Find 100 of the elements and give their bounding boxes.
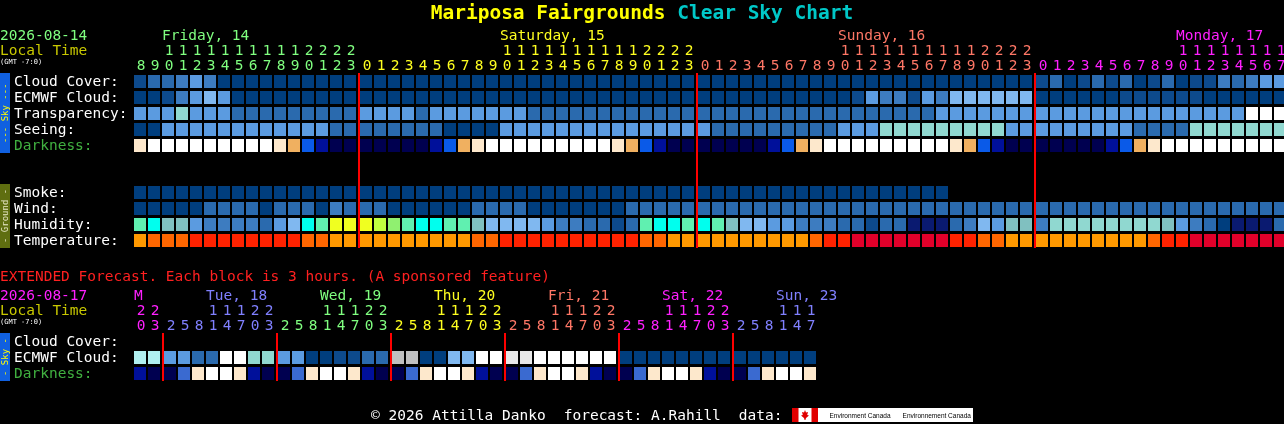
hour-label: 9 bbox=[150, 58, 160, 73]
hour-label: 3 bbox=[742, 58, 752, 73]
hour-label: 6 bbox=[784, 58, 794, 73]
hour-label: 12 bbox=[192, 43, 202, 73]
hour-label: 5 bbox=[432, 58, 442, 73]
hour-label: 19 bbox=[966, 43, 976, 73]
hour-label: 0 bbox=[700, 58, 710, 73]
hour-label: 8 bbox=[650, 318, 660, 333]
hour-label: 6 bbox=[1122, 58, 1132, 73]
location-title: Mariposa Fairgrounds bbox=[430, 0, 666, 24]
hour-label: 8 bbox=[422, 318, 432, 333]
hour-label: 10 bbox=[1178, 43, 1188, 73]
hour-label: 0 bbox=[362, 58, 372, 73]
hour-label: 18 bbox=[276, 43, 286, 73]
hour-label: 6 bbox=[446, 58, 456, 73]
hour-label: 11 bbox=[854, 43, 864, 73]
section-label: - Ground - bbox=[0, 184, 10, 248]
hour-label: 8 bbox=[136, 58, 146, 73]
hour-label: 19 bbox=[628, 43, 638, 73]
hour-label: 4 bbox=[756, 58, 766, 73]
hour-label: 15 bbox=[572, 43, 582, 73]
hour-label: 11 bbox=[208, 303, 218, 333]
extended-notice: EXTENDED Forecast. Each block is 3 hours. (A sponsored feature) bbox=[0, 268, 550, 284]
hour-label: 16 bbox=[924, 43, 934, 73]
hour-label: 10 bbox=[502, 43, 512, 73]
hour-label: 20 bbox=[364, 303, 374, 333]
hour-label: 5 bbox=[636, 318, 646, 333]
hour-label: 4 bbox=[1094, 58, 1104, 73]
data-label: data: bbox=[738, 407, 783, 423]
hour-label: 23 bbox=[1022, 43, 1032, 73]
hour-label: 14 bbox=[896, 43, 906, 73]
hour-label: 16 bbox=[248, 43, 258, 73]
hour-label: 8 bbox=[536, 318, 546, 333]
hour-label: 17 bbox=[578, 303, 588, 333]
row-label: Temperature: bbox=[14, 232, 119, 248]
hour-label: 8 bbox=[764, 318, 774, 333]
hour-label: 0 bbox=[1038, 58, 1048, 73]
hour-label: 17 bbox=[692, 303, 702, 333]
hour-label: 16 bbox=[1262, 43, 1272, 73]
hour-label: 22 bbox=[1008, 43, 1018, 73]
hour-label: 3 bbox=[404, 58, 414, 73]
hour-label: 14 bbox=[222, 303, 232, 333]
hour-label: 17 bbox=[1276, 43, 1284, 73]
hour-label: 12 bbox=[1206, 43, 1216, 73]
forecast-date: 2026-08-14 bbox=[0, 28, 88, 43]
day-label: Wed, 19 bbox=[320, 288, 382, 303]
hour-label: 7 bbox=[798, 58, 808, 73]
time-label: Local Time bbox=[0, 43, 88, 58]
hour-label: 20 bbox=[642, 43, 652, 73]
hour-label: 13 bbox=[206, 43, 216, 73]
hour-label: 11 bbox=[436, 303, 446, 333]
forecast-credit: forecast: A.Rahill bbox=[563, 407, 721, 423]
hour-label: 2 bbox=[736, 318, 746, 333]
hour-label: 5 bbox=[408, 318, 418, 333]
hour-label: 17 bbox=[350, 303, 360, 333]
hour-label: 10 bbox=[164, 43, 174, 73]
hour-label: 14 bbox=[678, 303, 688, 333]
hour-label: 12 bbox=[530, 43, 540, 73]
day-label: Fri, 21 bbox=[548, 288, 610, 303]
hour-label: 9 bbox=[488, 58, 498, 73]
hour-label: 21 bbox=[656, 43, 666, 73]
hour-label: 15 bbox=[910, 43, 920, 73]
hour-label: 20 bbox=[136, 303, 146, 333]
row-label: Darkness: bbox=[14, 137, 93, 153]
day-label: Tue, 18 bbox=[206, 288, 268, 303]
hour-label: 2 bbox=[622, 318, 632, 333]
hour-label: 20 bbox=[980, 43, 990, 73]
hour-label: 18 bbox=[952, 43, 962, 73]
row-label: ECMWF Cloud: bbox=[14, 349, 119, 365]
hour-label: 13 bbox=[1220, 43, 1230, 73]
hour-label: 11 bbox=[1192, 43, 1202, 73]
hour-label: 11 bbox=[178, 43, 188, 73]
hour-label: 9 bbox=[826, 58, 836, 73]
hour-label: 23 bbox=[492, 303, 502, 333]
hour-label: 11 bbox=[322, 303, 332, 333]
hour-label: 14 bbox=[220, 43, 230, 73]
row-label: Cloud Cover: bbox=[14, 333, 119, 349]
hour-label: 5 bbox=[1108, 58, 1118, 73]
hour-label: 22 bbox=[670, 43, 680, 73]
hour-label: 17 bbox=[600, 43, 610, 73]
hour-label: 10 bbox=[840, 43, 850, 73]
hour-label: 11 bbox=[550, 303, 560, 333]
hour-label: 20 bbox=[304, 43, 314, 73]
hour-label: 14 bbox=[450, 303, 460, 333]
hour-label: 5 bbox=[180, 318, 190, 333]
hour-label: 5 bbox=[770, 58, 780, 73]
hour-label: 17 bbox=[236, 303, 246, 333]
hour-label: 23 bbox=[720, 303, 730, 333]
hour-label: 15 bbox=[234, 43, 244, 73]
hour-label: 8 bbox=[308, 318, 318, 333]
day-label: Friday, 14 bbox=[162, 28, 250, 43]
hour-label: 21 bbox=[994, 43, 1004, 73]
hour-label: 23 bbox=[378, 303, 388, 333]
hour-label: 1 bbox=[376, 58, 386, 73]
hour-label: 20 bbox=[706, 303, 716, 333]
hour-label: 23 bbox=[346, 43, 356, 73]
hour-label: 17 bbox=[464, 303, 474, 333]
hour-label: 2 bbox=[728, 58, 738, 73]
hour-label: 14 bbox=[558, 43, 568, 73]
hour-label: 18 bbox=[614, 43, 624, 73]
